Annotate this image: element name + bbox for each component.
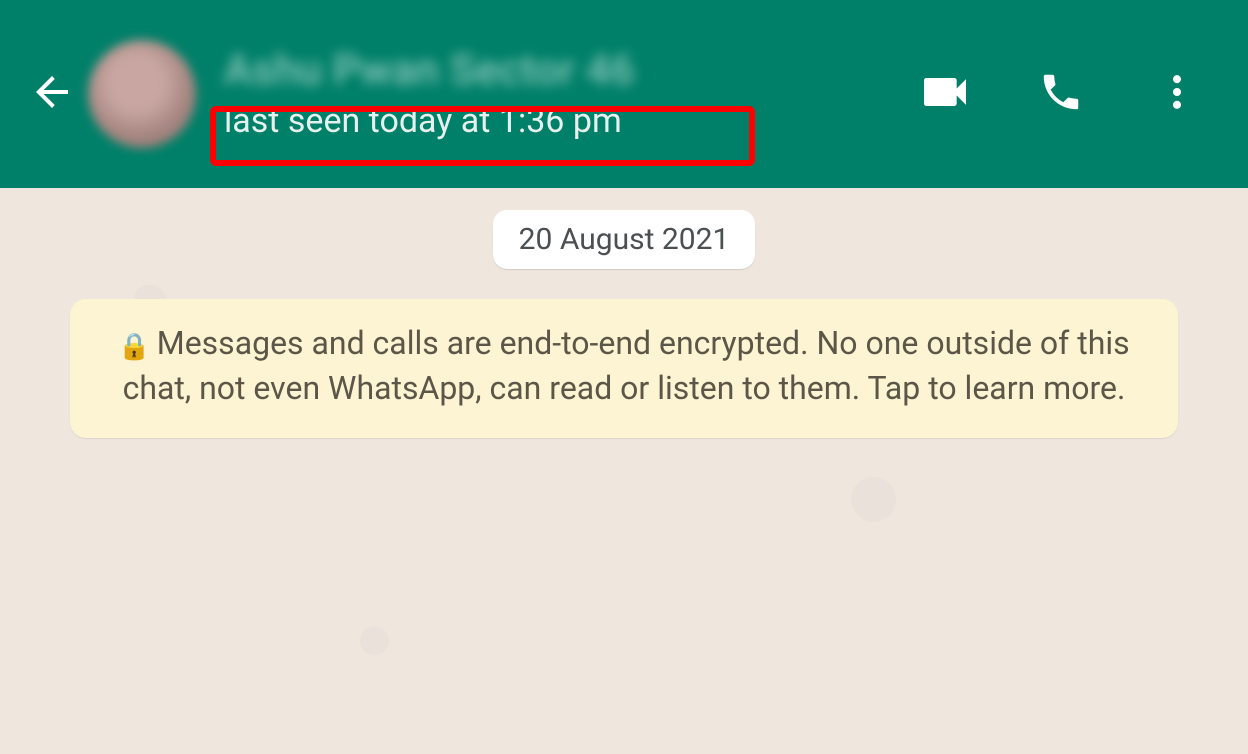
phone-icon — [1038, 69, 1084, 119]
more-vertical-icon — [1155, 70, 1199, 118]
contact-name: Ashu Pwan Sector 46 — [224, 46, 910, 95]
chat-header: Ashu Pwan Sector 46 last seen today at 1… — [0, 0, 1248, 188]
lock-icon: 🔒 — [118, 329, 150, 366]
back-arrow-icon — [28, 68, 76, 120]
video-camera-icon — [917, 64, 973, 124]
date-separator-label: 20 August 2021 — [519, 222, 730, 257]
date-separator: 20 August 2021 — [493, 210, 756, 269]
contact-title-block[interactable]: Ashu Pwan Sector 46 last seen today at 1… — [224, 46, 910, 142]
back-button[interactable] — [22, 64, 82, 124]
header-actions — [910, 59, 1230, 129]
voice-call-button[interactable] — [1026, 59, 1096, 129]
chat-body: 20 August 2021 🔒Messages and calls are e… — [0, 188, 1248, 754]
encryption-notice-text: Messages and calls are end-to-end encryp… — [123, 324, 1130, 407]
encryption-notice[interactable]: 🔒Messages and calls are end-to-end encry… — [70, 299, 1178, 438]
last-seen-status: last seen today at 1:36 pm — [224, 101, 910, 142]
whatsapp-chat-screen: Ashu Pwan Sector 46 last seen today at 1… — [0, 0, 1248, 754]
video-call-button[interactable] — [910, 59, 980, 129]
contact-avatar[interactable] — [88, 40, 196, 148]
more-options-button[interactable] — [1142, 59, 1212, 129]
